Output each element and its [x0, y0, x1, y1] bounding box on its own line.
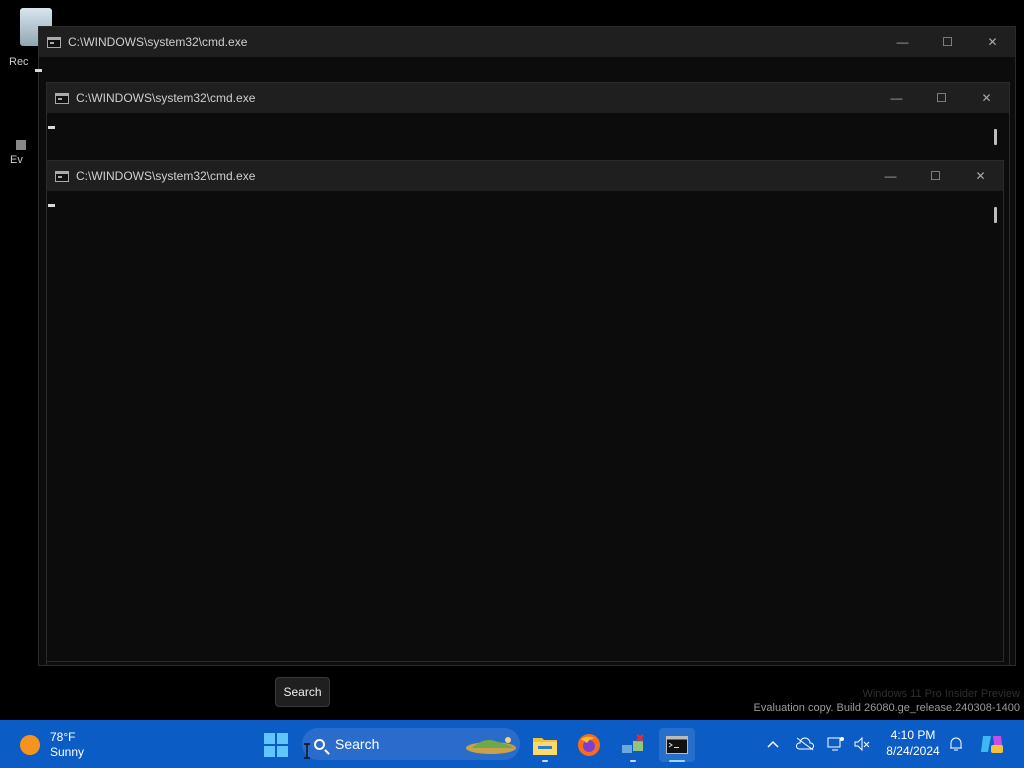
app-running-indicator	[630, 760, 636, 762]
console-cursor	[48, 126, 55, 129]
search-highlight-icon	[466, 737, 516, 754]
weather-widget[interactable]: 78°F Sunny	[20, 730, 84, 760]
app-active-indicator	[669, 760, 685, 762]
cmd-window-1-titlebar[interactable]: C:\WINDOWS\system32\cmd.exe — ☐ ✕	[39, 27, 1015, 57]
network-app-icon	[622, 734, 644, 753]
weather-condition: Sunny	[50, 745, 85, 759]
taskbar-file-explorer[interactable]	[527, 728, 563, 762]
weather-temperature: 78°F	[50, 730, 76, 744]
maximize-button[interactable]: ☐	[913, 161, 958, 191]
cmd-window-3-title: C:\WINDOWS\system32\cmd.exe	[76, 169, 256, 183]
cmd-window-1-title: C:\WINDOWS\system32\cmd.exe	[68, 35, 248, 49]
cmd-window-2-titlebar[interactable]: C:\WINDOWS\system32\cmd.exe — ☐ ✕	[47, 83, 1009, 113]
cmd-window-3-titlebar[interactable]: C:\WINDOWS\system32\cmd.exe — ☐ ✕	[47, 161, 1003, 191]
close-button[interactable]: ✕	[958, 161, 1003, 191]
clock-date: 8/24/2024	[886, 744, 940, 758]
show-hidden-icons-button[interactable]	[764, 736, 782, 752]
close-button[interactable]: ✕	[964, 83, 1009, 113]
windows-logo-tile	[277, 746, 288, 757]
search-tooltip: Search	[275, 677, 330, 707]
network-tray-button[interactable]	[826, 736, 846, 752]
cloud-offline-icon	[795, 737, 815, 751]
edge-desktop-icon[interactable]: Ev	[10, 140, 40, 166]
cmd-app-icon	[55, 170, 69, 182]
sun-icon	[20, 735, 40, 755]
close-button[interactable]: ✕	[970, 27, 1015, 57]
console-cursor	[48, 204, 55, 207]
network-display-icon	[827, 737, 844, 751]
taskbar-clock[interactable]: 4:10 PM 8/24/2024	[880, 727, 946, 759]
bell-icon	[950, 737, 962, 751]
maximize-button[interactable]: ☐	[925, 27, 970, 57]
taskbar-command-prompt[interactable]	[659, 728, 695, 762]
maximize-button[interactable]: ☐	[919, 83, 964, 113]
console-cursor	[35, 69, 42, 72]
copilot-icon	[981, 736, 1003, 753]
watermark-line-2: Evaluation copy. Build 26080.ge_release.…	[753, 702, 1020, 714]
scrollbar-thumb[interactable]	[994, 129, 997, 145]
taskbar-firefox[interactable]	[571, 728, 607, 762]
search-icon	[314, 738, 325, 750]
taskbar-search-box[interactable]: Search	[302, 728, 520, 760]
cmd-window-3[interactable]: C:\WINDOWS\system32\cmd.exe — ☐ ✕	[46, 160, 1004, 662]
copilot-button[interactable]	[978, 732, 1006, 756]
windows-logo-tile	[277, 733, 288, 744]
chevron-up-icon	[767, 740, 779, 748]
minimize-button[interactable]: —	[880, 27, 925, 57]
folder-icon	[533, 738, 557, 755]
edge-icon	[16, 140, 26, 150]
cmd-app-icon	[47, 36, 61, 48]
minimize-button[interactable]: —	[868, 161, 913, 191]
text-cursor-icon	[304, 743, 310, 759]
onedrive-tray-button[interactable]	[794, 736, 816, 752]
app-running-indicator	[542, 760, 548, 762]
watermark-line-1: Windows 11 Pro Insider Preview	[862, 688, 1020, 700]
cmd-app-icon	[55, 92, 69, 104]
speaker-muted-icon	[854, 736, 870, 752]
search-box-label: Search	[335, 736, 380, 752]
taskbar-network-app[interactable]	[615, 728, 651, 762]
edge-label: Ev	[10, 154, 23, 166]
clock-time: 4:10 PM	[890, 728, 936, 742]
windows-logo-icon	[264, 733, 275, 744]
minimize-button[interactable]: —	[874, 83, 919, 113]
notifications-button[interactable]	[946, 736, 966, 752]
windows-logo-tile	[264, 746, 275, 757]
start-button[interactable]	[264, 733, 288, 757]
cmd-window-2-title: C:\WINDOWS\system32\cmd.exe	[76, 91, 256, 105]
firefox-icon	[578, 734, 600, 756]
volume-tray-button[interactable]	[852, 736, 872, 752]
terminal-icon	[666, 736, 688, 754]
scrollbar-thumb[interactable]	[994, 207, 997, 223]
